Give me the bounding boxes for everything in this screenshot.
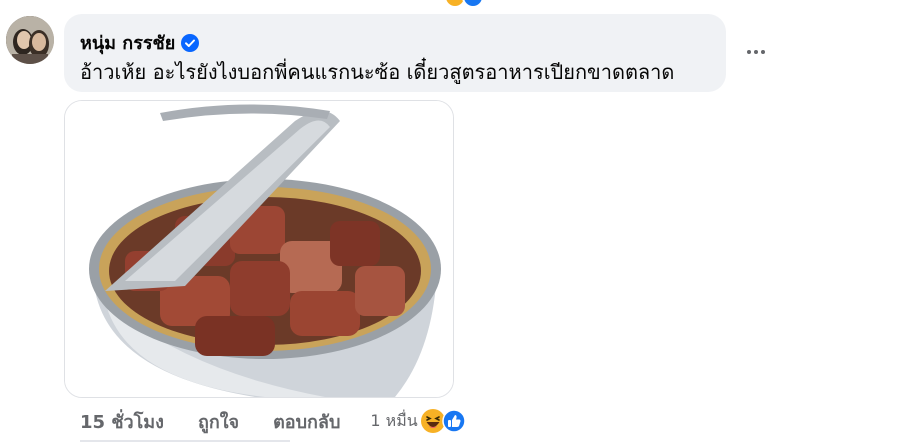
reaction-count[interactable]: 1 หมื่น <box>370 409 417 434</box>
comment-text: อ้าวเห้ย อะไรยังไงบอกพี่คนแรกนะซ้อ เดี๋ย… <box>80 60 675 84</box>
comment-bubble: หนุ่ม กรรชัย อ้าวเห้ย อะไรยังไงบอกพี่คนแ… <box>64 14 726 92</box>
like-icon <box>441 409 466 433</box>
like-button[interactable]: ถูกใจ <box>198 407 239 436</box>
reaction-summary[interactable] <box>420 408 478 434</box>
more-dots-icon[interactable] <box>742 38 770 66</box>
reply-button[interactable]: ตอบกลับ <box>273 407 340 436</box>
partial-reaction-icons <box>446 0 496 8</box>
verified-check-icon <box>181 33 200 52</box>
partial-like-icon <box>462 0 484 8</box>
comment-actions: 15 ชั่วโมง ถูกใจ ตอบกลับ 1 หมื่น <box>80 408 478 434</box>
timestamp-link[interactable]: 15 ชั่วโมง <box>80 407 164 436</box>
author-name[interactable]: หนุ่ม กรรชัย <box>80 28 175 57</box>
comment-author[interactable]: หนุ่ม กรรชัย <box>80 28 200 57</box>
avatar[interactable] <box>6 16 54 64</box>
comment-photo[interactable] <box>64 100 454 398</box>
partial-haha-icon <box>446 0 464 6</box>
